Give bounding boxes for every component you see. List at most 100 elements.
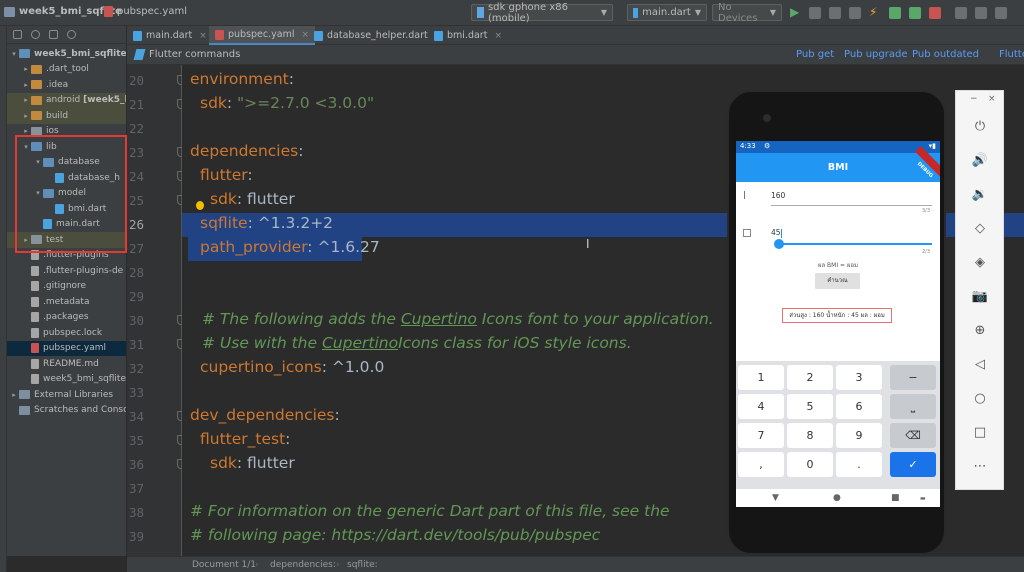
key-5[interactable]: 5 [787,394,833,419]
key-2[interactable]: 2 [787,365,833,390]
run-config-selector[interactable]: main.dart ▼ [627,4,707,21]
lightbulb-icon[interactable] [196,201,204,210]
chevron-right-icon[interactable]: ▸ [21,236,31,244]
chevron-down-icon[interactable]: ▾ [21,143,31,151]
key-period[interactable]: . [836,452,882,477]
rotate-left-icon[interactable]: ◇ [970,219,990,239]
line-number: 26 [128,217,144,232]
chevron-right-icon[interactable]: ▸ [21,112,31,120]
volume-down-icon[interactable]: 🔉 [970,185,990,205]
rotate-right-icon[interactable]: ◈ [970,253,990,273]
path-segment-dependencies[interactable]: dependencies: [270,560,336,570]
chevron-right-icon[interactable]: ▸ [21,81,31,89]
collapse-icon[interactable] [49,30,58,39]
tab-pubspec-yaml[interactable]: pubspec.yaml × [209,26,316,45]
nav-home-icon[interactable]: ● [833,493,841,503]
chevron-right-icon[interactable]: ▸ [9,391,19,399]
nav-recents-icon[interactable]: ■ [891,493,900,503]
flutter-link[interactable]: Flutter [999,49,1024,60]
pub-outdated-link[interactable]: Pub outdated [912,49,979,60]
breadcrumb-file[interactable]: pubspec.yaml [104,6,187,17]
code-line-27: path_provider: ^1.6.27 [200,238,380,256]
view-icon[interactable] [13,30,22,39]
chevron-down-icon[interactable]: ▾ [33,189,43,197]
key-6[interactable]: 6 [836,394,882,419]
overview-icon[interactable]: □ [970,423,990,443]
back-icon[interactable]: ◁ [970,355,990,375]
code-line-36: sdk: flutter [210,454,295,472]
devices-selector[interactable]: No Devices ▼ [712,2,782,24]
chevron-right-icon[interactable]: ▸ [21,96,31,104]
nav-back-icon[interactable]: ▼ [772,493,779,503]
weight-slider-track[interactable] [778,243,932,245]
more-icon[interactable]: ⋯ [970,457,990,477]
gear-icon[interactable] [67,30,76,39]
numeric-keyboard: 1 2 3 − 4 5 6 ⎵ 7 8 9 ⌫ , 0 . ✓ [736,361,940,489]
tree-item[interactable]: ▾week5_bmi_sqfliteC [7,46,126,62]
device-selector[interactable]: sdk gphone x86 (mobile) ▼ [471,2,613,24]
path-segment-sqflite[interactable]: sqflite: [347,560,378,570]
line-number: 33 [128,385,144,400]
power-icon[interactable]: ⏻ [970,117,990,137]
tool-window-strip[interactable] [0,26,7,572]
home-icon[interactable]: ○ [970,389,990,409]
key-0[interactable]: 0 [787,452,833,477]
key-1[interactable]: 1 [738,365,784,390]
line-number: 29 [128,289,144,304]
hot-restart-icon[interactable] [889,7,901,19]
debug-icon[interactable] [809,7,821,19]
coverage-icon[interactable] [829,7,841,19]
chevron-down-icon[interactable]: ▾ [33,158,43,166]
tree-item-label: build [46,110,69,121]
code-line-34: dev_dependencies: [190,406,340,424]
run-icon[interactable]: ▶ [790,5,802,19]
chevron-down-icon[interactable]: ▾ [9,50,19,58]
close-icon[interactable]: × [494,31,502,41]
weight-input[interactable]: 45 [771,228,781,237]
key-backspace-icon[interactable]: ⌫ [890,423,936,448]
height-input[interactable]: 160 [771,191,785,200]
profile-icon[interactable] [849,7,861,19]
key-9[interactable]: 9 [836,423,882,448]
dart-file-icon [314,30,323,41]
key-space[interactable]: ⎵ [890,394,936,419]
chevron-right-icon[interactable]: ▸ [21,65,31,73]
stop-icon[interactable] [929,7,941,19]
folder-icon [43,188,54,198]
text-caret [781,229,782,238]
close-icon[interactable]: × [199,31,207,41]
tab-bmi-dart[interactable]: bmi.dart × [428,26,508,45]
sdk-manager-icon[interactable] [975,7,987,19]
nav-keyboard-icon[interactable]: ▬ [920,495,926,502]
project-structure-icon[interactable] [995,7,1007,19]
emulator-screen[interactable]: 4:33 ⚙ ▾▮ BMI DEBUG 160 3/3 45 2/3 ผล BM… [736,141,940,507]
key-done-icon[interactable]: ✓ [890,452,936,477]
zoom-icon[interactable]: ⊕ [970,321,990,341]
line-gutter[interactable]: 20 21 22 23 24 25 26 27 28 29 30 31 32 3… [127,65,185,556]
close-icon[interactable]: × [988,94,996,104]
flutter-inspector-icon[interactable] [909,7,921,19]
volume-up-icon[interactable]: 🔊 [970,151,990,171]
minimize-icon[interactable]: − [970,94,978,104]
calculate-button[interactable]: คำนวณ [815,273,860,289]
file-icon [31,265,39,276]
hot-reload-icon[interactable]: ⚡ [869,5,881,19]
key-3[interactable]: 3 [836,365,882,390]
document-indicator[interactable]: Document 1/1 [192,560,256,570]
pub-upgrade-link[interactable]: Pub upgrade [844,49,908,60]
key-minus[interactable]: − [890,365,936,390]
key-comma[interactable]: , [738,452,784,477]
pub-get-link[interactable]: Pub get [796,49,834,60]
chevron-right-icon[interactable]: ▸ [21,127,31,135]
line-number: 27 [128,241,144,256]
folder-icon [31,111,42,121]
tree-item-label: week5_bmi_sqflite [34,48,126,59]
avd-manager-icon[interactable] [955,7,967,19]
target-icon[interactable] [31,30,40,39]
screenshot-icon[interactable]: 📷 [970,287,990,307]
weight-slider-thumb[interactable] [774,239,784,249]
key-4[interactable]: 4 [738,394,784,419]
key-7[interactable]: 7 [738,423,784,448]
tab-main-dart[interactable]: main.dart × [127,26,213,45]
key-8[interactable]: 8 [787,423,833,448]
